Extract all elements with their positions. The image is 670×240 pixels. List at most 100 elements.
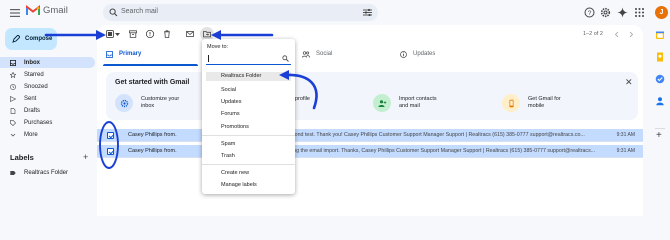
add-addon-icon[interactable]: + xyxy=(656,130,662,141)
sidebar-item-inbox[interactable]: Inbox xyxy=(0,57,95,68)
create-new-label-item[interactable]: Create new xyxy=(221,170,249,176)
tab-updates[interactable]: Updates xyxy=(400,42,435,66)
rail-divider xyxy=(655,128,665,129)
gmail-m-icon xyxy=(26,5,40,15)
move-to-item-spam[interactable]: Spam xyxy=(221,141,235,147)
feature-customize-inbox[interactable]: Customize your inbox xyxy=(115,94,179,112)
sidebar-item-snoozed[interactable]: Snoozed xyxy=(0,81,95,92)
chevron-down-icon xyxy=(10,133,16,136)
report-spam-icon[interactable] xyxy=(146,30,154,38)
email-row[interactable]: Casey Phillips from. ing the email impor… xyxy=(97,145,643,158)
calendar-icon[interactable] xyxy=(655,30,665,40)
settings-icon[interactable] xyxy=(600,7,611,18)
active-tab-indicator xyxy=(103,64,198,66)
tab-label: Primary xyxy=(119,51,142,57)
sidebar-item-more[interactable]: More xyxy=(0,129,95,140)
gemini-icon[interactable] xyxy=(617,7,628,18)
prev-page-icon[interactable] xyxy=(614,31,620,38)
people-icon xyxy=(302,50,310,58)
move-to-icon[interactable] xyxy=(203,30,211,38)
mark-unread-icon[interactable] xyxy=(186,30,194,38)
row-checkbox[interactable] xyxy=(107,132,114,139)
sidebar-item-starred[interactable]: Starred xyxy=(0,69,95,80)
search-icon[interactable] xyxy=(109,8,118,17)
apps-icon[interactable] xyxy=(634,7,645,18)
settings-icon xyxy=(115,94,133,112)
tab-label: Updates xyxy=(413,51,436,57)
menu-divider xyxy=(202,135,295,136)
move-to-item-updates[interactable]: Updates xyxy=(221,99,242,105)
email-sender: Casey Phillips from. xyxy=(128,132,177,138)
feature-import-contacts[interactable]: Import contacts and mail xyxy=(373,94,437,112)
row-checkbox[interactable] xyxy=(107,148,114,155)
sidebar-item-label: Realtracs Folder xyxy=(24,169,69,176)
sidebar-item-label: Drafts xyxy=(24,107,41,114)
delete-icon[interactable] xyxy=(163,30,171,38)
info-icon xyxy=(400,50,407,58)
search-bar[interactable]: Search mail xyxy=(103,4,378,21)
app-name: Gmail xyxy=(43,5,68,16)
feature-profile[interactable]: profile xyxy=(295,96,310,103)
clock-icon xyxy=(10,83,16,90)
sidebar-item-label: Sent xyxy=(24,95,37,102)
get-started-title: Get started with Gmail xyxy=(115,79,190,86)
move-to-item-promotions[interactable]: Promotions xyxy=(221,124,249,130)
pencil-icon xyxy=(12,35,20,43)
create-label-icon[interactable]: + xyxy=(83,152,88,162)
move-to-search-input[interactable] xyxy=(206,53,291,65)
tab-label: Social xyxy=(316,51,333,57)
add-person-icon xyxy=(373,94,391,112)
feature-label-line2: inbox xyxy=(141,103,155,109)
inbox-icon xyxy=(106,50,113,58)
contacts-icon[interactable] xyxy=(655,96,665,106)
move-to-item-realtracs-folder[interactable]: Realtracs Folder xyxy=(206,72,291,81)
pagination-text: 1–2 of 2 xyxy=(583,31,603,37)
move-to-item-forums[interactable]: Forums xyxy=(221,111,240,117)
tab-social[interactable]: Social xyxy=(302,42,332,66)
manage-labels-item[interactable]: Manage labels xyxy=(221,182,257,188)
compose-button[interactable]: Compose xyxy=(5,28,57,50)
menu-divider xyxy=(202,164,295,165)
sidebar-item-label: More xyxy=(24,131,38,138)
feature-label-line1: Get Gmail for xyxy=(528,96,561,102)
feature-mobile[interactable]: Get Gmail for mobile xyxy=(502,94,561,112)
close-icon[interactable]: ✕ xyxy=(625,77,633,88)
sidebar-item-label: Starred xyxy=(24,71,44,78)
move-to-dropdown: Move to: Realtracs Folder Social Updates… xyxy=(202,39,295,194)
email-time: 9:31 AM xyxy=(616,148,635,154)
gmail-logo[interactable]: Gmail xyxy=(26,5,68,16)
email-row[interactable]: Casey Phillips from. cond test. Thank yo… xyxy=(97,129,643,142)
move-to-item-social[interactable]: Social xyxy=(221,87,236,93)
select-all-checkbox[interactable] xyxy=(106,30,114,38)
feature-label: profile xyxy=(295,96,310,102)
help-icon[interactable]: ? xyxy=(584,7,595,18)
star-icon xyxy=(10,71,16,78)
move-to-title: Move to: xyxy=(207,44,229,50)
sidebar-item-drafts[interactable]: Drafts xyxy=(0,105,95,116)
email-snippet: cond test. Thank you! Casey Phillips Cus… xyxy=(292,132,585,138)
labels-heading: Labels xyxy=(10,153,34,162)
email-snippet: ing the email import. Thanks, Casey Phil… xyxy=(292,148,596,154)
sidebar-label-realtracs-folder[interactable]: Realtracs Folder xyxy=(0,167,95,178)
archive-icon[interactable] xyxy=(129,30,137,38)
tasks-icon[interactable] xyxy=(655,74,665,84)
filter-options-icon[interactable] xyxy=(363,8,372,17)
sidebar-item-sent[interactable]: Sent xyxy=(0,93,95,104)
keep-icon[interactable] xyxy=(655,52,665,62)
tag-icon xyxy=(10,119,16,126)
svg-text:?: ? xyxy=(588,10,592,17)
feature-label-line1: Import contacts xyxy=(399,96,437,102)
inbox-icon xyxy=(10,59,16,66)
move-to-item-trash[interactable]: Trash xyxy=(221,153,235,159)
account-avatar[interactable]: J xyxy=(655,6,668,19)
feature-label-line1: Customize your xyxy=(141,96,180,102)
label-icon xyxy=(10,170,16,175)
select-dropdown-chevron-icon[interactable] xyxy=(115,33,120,37)
sidebar-item-purchases[interactable]: Purchases xyxy=(0,117,95,128)
sidebar-item-label: Inbox xyxy=(24,59,40,66)
send-icon xyxy=(10,95,16,102)
menu-icon[interactable] xyxy=(10,8,20,18)
tab-primary[interactable]: Primary xyxy=(106,42,141,66)
next-page-icon[interactable] xyxy=(628,31,634,38)
search-placeholder: Search mail xyxy=(121,8,158,15)
